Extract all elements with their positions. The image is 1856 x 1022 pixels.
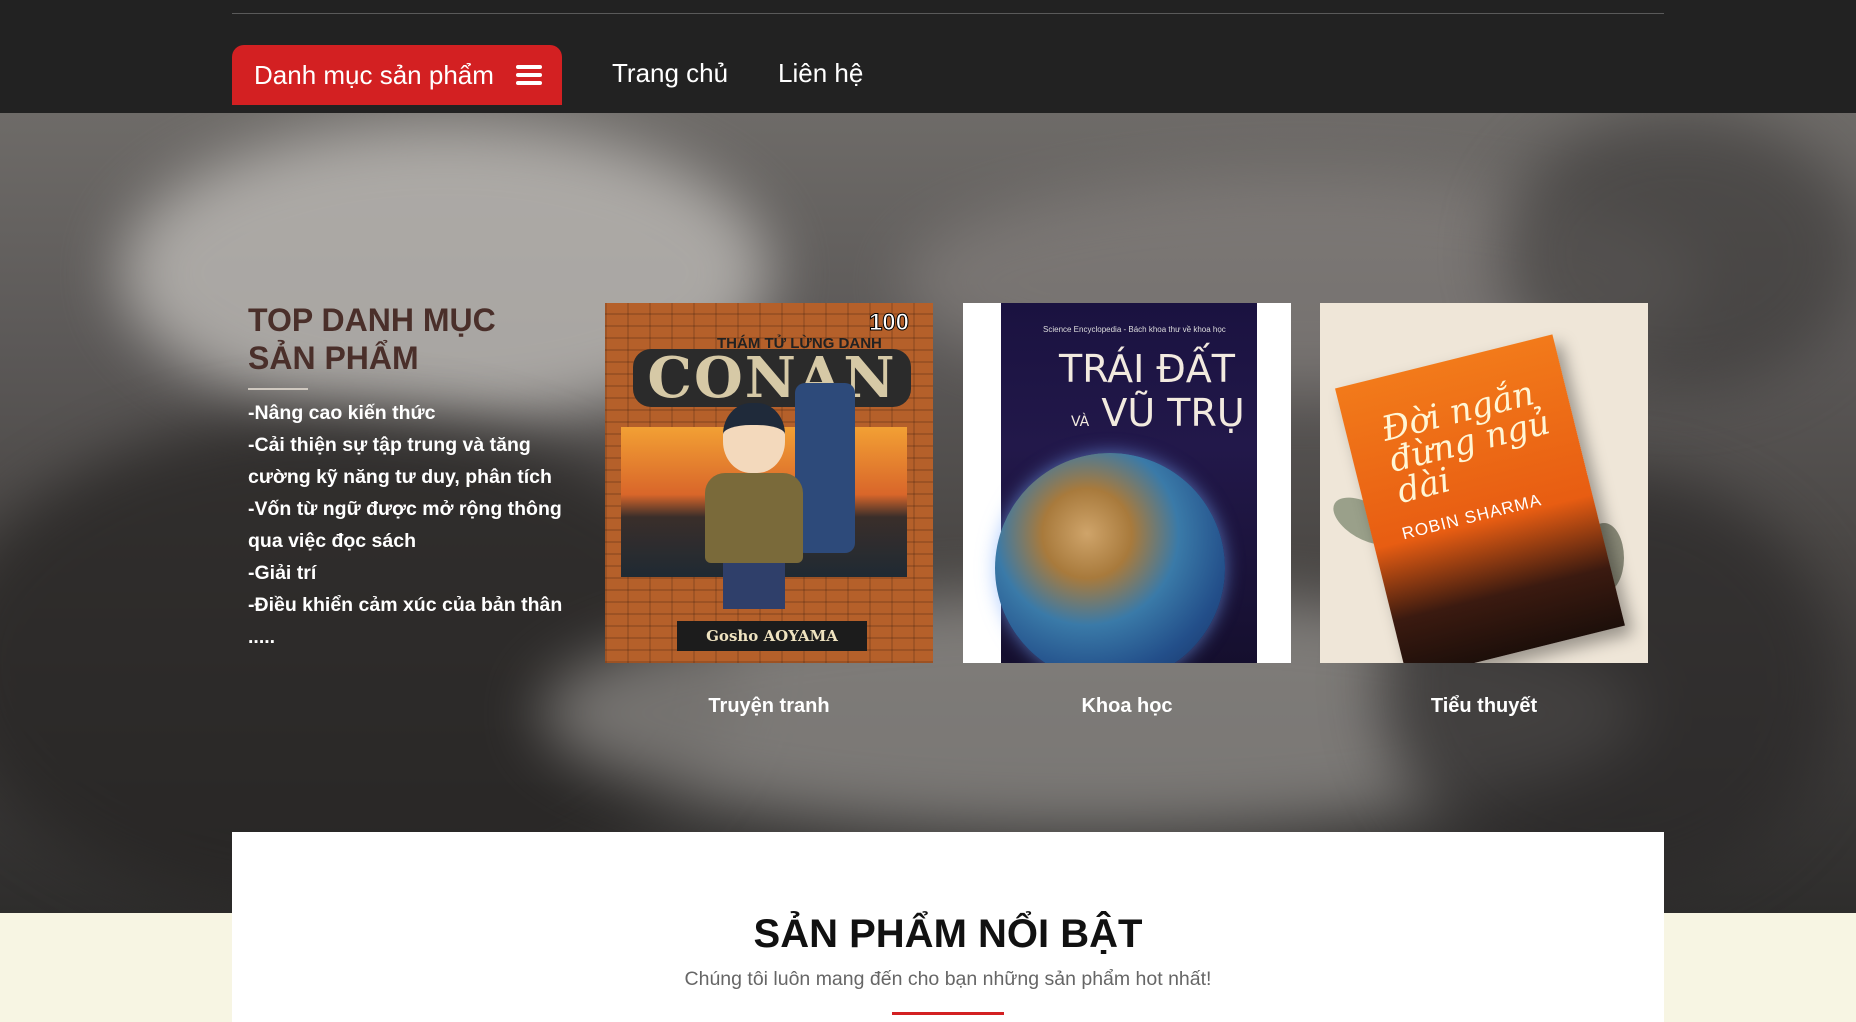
cover-panel: Science Encyclopedia - Bách khoa thư về … bbox=[995, 303, 1257, 663]
hero-banner: TOP DANH MỤC SẢN PHẨM -Nâng cao kiến thứ… bbox=[0, 113, 1856, 913]
benefit-item: -Điều khiển cảm xúc của bản thân bbox=[248, 594, 563, 616]
benefit-item: -Giải trí bbox=[248, 562, 317, 584]
nav-link-home[interactable]: Trang chủ bbox=[612, 58, 728, 89]
benefit-item: -Nâng cao kiến thức bbox=[248, 402, 436, 424]
cover-logo: CONAN bbox=[633, 349, 911, 407]
section-underline bbox=[892, 1012, 1004, 1015]
cover-title-line1: TRÁI ĐẤT bbox=[1059, 347, 1236, 391]
cover-title: Đời ngắn đừng ngủ dài bbox=[1377, 373, 1554, 512]
earth-illustration bbox=[995, 453, 1225, 663]
cover-title-line2: VÀ VŨ TRỤ bbox=[1071, 391, 1245, 435]
cover-title-joiner: VÀ bbox=[1071, 414, 1090, 430]
cover-title-line2-text: VŨ TRỤ bbox=[1101, 391, 1245, 435]
book-cover-conan[interactable]: 100 THÁM TỬ LỪNG DANH CONAN Gosho AOYAMA bbox=[605, 303, 933, 663]
book-illustration: Đời ngắn đừng ngủ dài ROBIN SHARMA bbox=[1335, 334, 1625, 663]
category-label[interactable]: Tiểu thuyết bbox=[1320, 695, 1648, 718]
benefit-item: -Vốn từ ngữ được mở rộng thông qua việc … bbox=[248, 498, 562, 552]
cover-author: Gosho AOYAMA bbox=[677, 621, 867, 651]
benefit-item: ..... bbox=[248, 626, 276, 648]
title-underline bbox=[248, 388, 308, 390]
benefit-item: -Cải thiện sự tập trung và tăng cường kỹ… bbox=[248, 434, 552, 488]
benefits-list: -Nâng cao kiến thức -Cải thiện sự tập tr… bbox=[248, 397, 588, 653]
nav-link-contact[interactable]: Liên hệ bbox=[778, 58, 863, 89]
category-menu-button[interactable]: Danh mục sản phẩm bbox=[232, 45, 562, 105]
category-card-khoa-hoc[interactable]: Science Encyclopedia - Bách khoa thư về … bbox=[963, 303, 1291, 718]
book-cover-doi-ngan[interactable]: Đời ngắn đừng ngủ dài ROBIN SHARMA bbox=[1320, 303, 1648, 663]
category-card-tieu-thuyet[interactable]: Đời ngắn đừng ngủ dài ROBIN SHARMA Tiểu … bbox=[1320, 303, 1648, 718]
top-navbar: Danh mục sản phẩm Trang chủ Liên hệ bbox=[0, 0, 1856, 113]
section-subtitle: Chúng tôi luôn mang đến cho bạn những sả… bbox=[684, 968, 1212, 990]
navbar-divider bbox=[232, 13, 1664, 14]
book-cover-earth-universe[interactable]: Science Encyclopedia - Bách khoa thư về … bbox=[963, 303, 1291, 663]
cover-series: Science Encyclopedia - Bách khoa thư về … bbox=[1043, 325, 1226, 334]
featured-products-section: SẢN PHẨM NỔI BẬT Chúng tôi luôn mang đến… bbox=[232, 832, 1664, 1022]
hamburger-icon bbox=[515, 65, 542, 85]
top-categories-title: TOP DANH MỤC SẢN PHẨM bbox=[248, 302, 496, 376]
volume-number: 100 bbox=[868, 309, 909, 337]
category-menu-label: Danh mục sản phẩm bbox=[254, 59, 494, 90]
category-label[interactable]: Khoa học bbox=[963, 695, 1291, 718]
section-title: SẢN PHẨM NỔI BẬT bbox=[753, 912, 1143, 956]
character-illustration bbox=[695, 403, 815, 613]
category-card-truyen-tranh[interactable]: 100 THÁM TỬ LỪNG DANH CONAN Gosho AOYAMA… bbox=[605, 303, 933, 718]
category-label[interactable]: Truyện tranh bbox=[605, 695, 933, 718]
